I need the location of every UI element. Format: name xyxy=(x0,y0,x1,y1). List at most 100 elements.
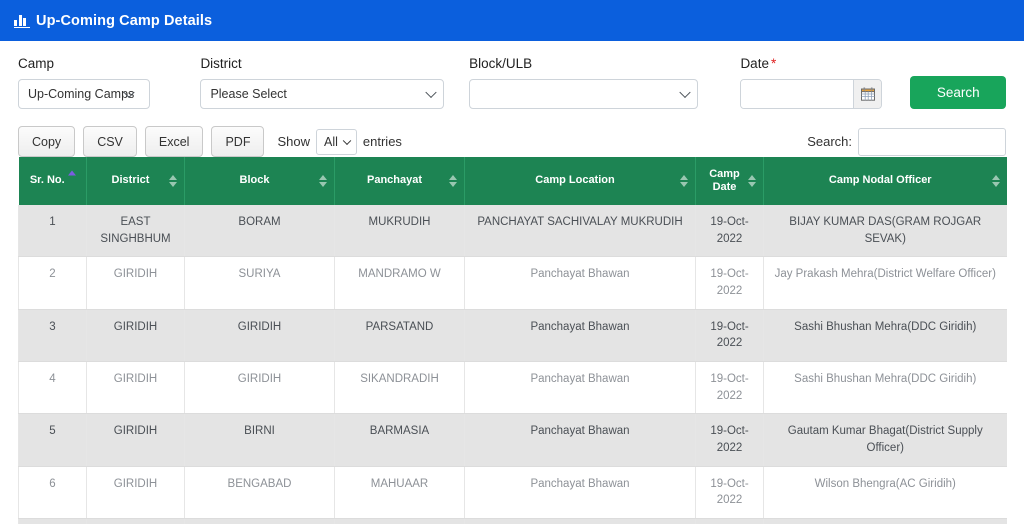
table-row[interactable]: 1 EAST SINGHBHUM BORAM MUKRUDIH PANCHAYA… xyxy=(18,205,1007,258)
date-label: Date * xyxy=(740,57,882,71)
copy-button[interactable]: Copy xyxy=(18,126,76,157)
cell-camp-location: PREMISES OF PANCHAYAT BHAWAN, HAMI xyxy=(464,518,696,524)
search-button[interactable]: Search xyxy=(910,75,1006,109)
camp-select-wrap: Up-Coming Camps xyxy=(18,78,180,109)
cell-district: GIRIDIH xyxy=(86,309,185,363)
cell-block: MAHUADANR xyxy=(184,518,335,524)
filter-bar: Camp Up-Coming Camps District Please Sel… xyxy=(0,41,1024,109)
cell-camp-location: Panchayat Bhawan xyxy=(464,466,696,520)
column-header-camp-date[interactable]: Camp Date xyxy=(695,156,764,205)
cell-nodal-officer: BIJAY KUMAR DAS(GRAM ROJGAR SEVAK) xyxy=(763,205,1007,258)
column-label-district: District xyxy=(111,174,150,187)
table-head: Sr. No. District Block Panchayat Camp Lo… xyxy=(18,156,1007,205)
table-body: 1 EAST SINGHBHUM BORAM MUKRUDIH PANCHAYA… xyxy=(18,205,1007,524)
column-label-sr-no: Sr. No. xyxy=(29,174,65,187)
pdf-button[interactable]: PDF xyxy=(211,126,265,157)
column-header-district[interactable]: District xyxy=(86,156,185,205)
sort-asc-icon xyxy=(68,170,77,176)
cell-camp-location: Panchayat Bhawan xyxy=(464,413,696,467)
block-ulb-label: Block/ULB xyxy=(469,56,533,71)
cell-sr-no: 7 xyxy=(18,518,87,524)
cell-block: BENGABAD xyxy=(184,466,335,520)
cell-nodal-officer: Wilson Bhengra(AC Giridih) xyxy=(763,466,1007,520)
cell-panchayat: BARMASIA xyxy=(334,413,465,467)
column-label-panchayat: Panchayat xyxy=(366,174,423,187)
cell-district: GIRIDIH xyxy=(86,413,185,467)
district-label: District xyxy=(200,56,242,71)
cell-camp-date: 19-Oct-2022 xyxy=(695,518,764,524)
cell-camp-date: 19-Oct-2022 xyxy=(695,205,764,258)
table-row[interactable]: 5 GIRIDIH BIRNI BARMASIA Panchayat Bhawa… xyxy=(18,413,1007,467)
cell-sr-no: 6 xyxy=(18,466,87,520)
cell-panchayat: MANDRAMO W xyxy=(334,256,465,310)
filter-block-ulb: Block/ULB xyxy=(469,56,699,109)
entries-label: entries xyxy=(362,134,402,149)
cell-nodal-officer: Jay Prakash Mehra(District Welfare Offic… xyxy=(763,256,1007,310)
column-label-camp-nodal-officer: Camp Nodal Officer xyxy=(828,174,932,187)
cell-nodal-officer: SURENDRA BRIJIYA(PRINCIPAL ASSISTANT) xyxy=(763,518,1007,524)
show-label: Show xyxy=(277,134,310,149)
cell-camp-date: 19-Oct-2022 xyxy=(695,309,764,363)
camp-select[interactable]: Up-Coming Camps xyxy=(18,78,150,109)
excel-button[interactable]: Excel xyxy=(144,126,204,157)
cell-camp-location: PANCHAYAT SACHIVALAY MUKRUDIH xyxy=(464,205,696,258)
cell-panchayat: MUKRUDIH xyxy=(334,205,465,258)
sort-icon xyxy=(680,175,688,188)
page-header: Up-Coming Camp Details xyxy=(0,0,1024,41)
sort-icon xyxy=(449,175,457,188)
column-label-camp-date: Camp Date xyxy=(709,167,740,194)
cell-camp-location: Panchayat Bhawan xyxy=(464,361,696,415)
column-header-camp-location[interactable]: Camp Location xyxy=(464,156,696,205)
calendar-icon[interactable] xyxy=(853,79,882,108)
cell-block: GIRIDIH xyxy=(184,361,335,415)
cell-panchayat: HAMI xyxy=(334,518,465,524)
cell-block: BIRNI xyxy=(184,413,335,467)
filter-search-action: Search xyxy=(910,57,1006,109)
csv-button[interactable]: CSV xyxy=(83,126,137,157)
table-container: Sr. No. District Block Panchayat Camp Lo… xyxy=(0,156,1024,524)
table-search-control: Search: xyxy=(807,127,1006,156)
date-input-group xyxy=(740,78,883,109)
date-label-text: Date xyxy=(740,56,769,71)
district-select-wrap: Please Select xyxy=(200,78,445,109)
page-root: Up-Coming Camp Details Camp Up-Coming Ca… xyxy=(0,0,1024,524)
cell-district: EAST SINGHBHUM xyxy=(86,205,185,258)
column-header-panchayat[interactable]: Panchayat xyxy=(334,156,465,205)
table-row[interactable]: 6 GIRIDIH BENGABAD MAHUAAR Panchayat Bha… xyxy=(18,466,1007,520)
table-row[interactable]: 4 GIRIDIH GIRIDIH SIKANDRADIH Panchayat … xyxy=(18,361,1007,415)
table-row[interactable]: 7 LATEHAR MAHUADANR HAMI PREMISES OF PAN… xyxy=(18,518,1007,524)
page-title: Up-Coming Camp Details xyxy=(36,12,213,29)
page-length-value: All xyxy=(324,134,338,149)
district-select[interactable]: Please Select xyxy=(200,78,445,109)
sort-icon xyxy=(319,175,327,188)
page-length-select[interactable]: All xyxy=(316,128,357,155)
cell-sr-no: 1 xyxy=(18,205,87,258)
page-length-control: Show All entries xyxy=(277,128,402,155)
cell-camp-date: 19-Oct-2022 xyxy=(695,466,764,520)
datatable-toolbar: Copy CSV Excel PDF Show All entries Sear… xyxy=(0,109,1024,157)
table-row[interactable]: 3 GIRIDIH GIRIDIH PARSATAND Panchayat Bh… xyxy=(18,309,1007,363)
table-header-row: Sr. No. District Block Panchayat Camp Lo… xyxy=(18,156,1007,205)
table-row[interactable]: 2 GIRIDIH SURIYA MANDRAMO W Panchayat Bh… xyxy=(18,256,1007,310)
cell-sr-no: 2 xyxy=(18,256,87,310)
date-input[interactable] xyxy=(741,79,854,108)
table-search-input[interactable] xyxy=(858,127,1006,156)
cell-camp-date: 19-Oct-2022 xyxy=(695,413,764,467)
cell-panchayat: MAHUAAR xyxy=(334,466,465,520)
cell-block: BORAM xyxy=(184,205,335,258)
filter-date: Date * xyxy=(740,57,883,109)
cell-camp-date: 19-Oct-2022 xyxy=(695,256,764,310)
cell-panchayat: PARSATAND xyxy=(334,309,465,363)
cell-camp-location: Panchayat Bhawan xyxy=(464,309,696,363)
cell-nodal-officer: Sashi Bhushan Mehra(DDC Giridih) xyxy=(763,361,1007,415)
sort-icon xyxy=(748,175,756,188)
cell-camp-location: Panchayat Bhawan xyxy=(464,256,696,310)
sort-icon xyxy=(169,175,177,188)
block-ulb-select[interactable] xyxy=(469,78,699,109)
column-label-block: Block xyxy=(239,174,270,187)
chevron-down-icon xyxy=(342,136,352,145)
column-header-camp-nodal-officer[interactable]: Camp Nodal Officer xyxy=(763,156,1007,205)
column-header-sr-no[interactable]: Sr. No. xyxy=(18,156,87,205)
column-header-block[interactable]: Block xyxy=(184,156,335,205)
block-ulb-select-wrap xyxy=(469,78,699,109)
